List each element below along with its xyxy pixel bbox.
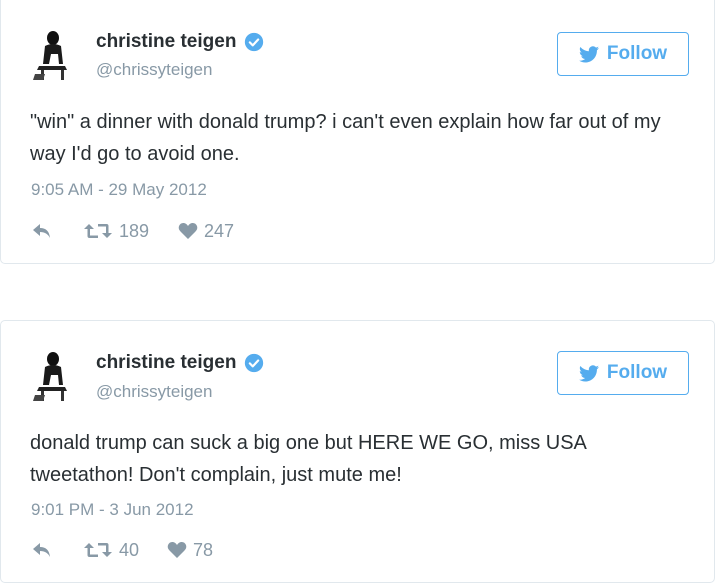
- reply-button[interactable]: [31, 222, 83, 240]
- follow-button[interactable]: Follow: [557, 32, 689, 76]
- tweet-card: christine teigen @chrissyteigen Follow "…: [0, 0, 715, 264]
- display-name-text[interactable]: christine teigen: [96, 352, 236, 374]
- retweet-button[interactable]: 40: [83, 540, 167, 561]
- avatar[interactable]: [31, 351, 71, 401]
- tweet-card: christine teigen @chrissyteigen Follow d…: [0, 320, 715, 583]
- like-button[interactable]: 247: [178, 221, 234, 242]
- verified-badge-icon: [245, 32, 264, 52]
- reply-arrow-icon: [33, 224, 50, 238]
- timestamp[interactable]: 9:01 PM - 3 Jun 2012: [31, 500, 194, 520]
- tweet-actions: 40 78: [31, 538, 213, 562]
- tweet-actions: 189 247: [31, 219, 234, 243]
- tweet-text: donald trump can suck a big one but HERE…: [30, 432, 586, 486]
- tweet-text: "win" a dinner with donald trump? i can'…: [30, 111, 661, 165]
- like-count: 78: [193, 539, 214, 560]
- follow-button-label: Follow: [606, 362, 668, 383]
- avatar[interactable]: [31, 30, 71, 80]
- retweet-count: 189: [119, 220, 150, 241]
- retweet-button[interactable]: 189: [83, 221, 178, 242]
- display-name[interactable]: christine teigen: [96, 352, 264, 374]
- screen-name[interactable]: @chrissyteigen: [96, 60, 212, 80]
- retweet-count: 40: [119, 539, 140, 560]
- retweet-icon: [84, 224, 112, 238]
- reply-arrow-icon: [33, 543, 50, 557]
- heart-icon: [178, 222, 198, 239]
- display-name-text[interactable]: christine teigen: [96, 31, 236, 53]
- screen-name[interactable]: @chrissyteigen: [96, 382, 212, 402]
- heart-icon: [167, 541, 187, 558]
- twitter-bird-icon: [578, 364, 599, 381]
- twitter-bird-icon: [578, 45, 599, 62]
- timestamp[interactable]: 9:05 AM - 29 May 2012: [31, 180, 207, 200]
- display-name[interactable]: christine teigen: [96, 31, 264, 53]
- like-count: 247: [204, 220, 235, 241]
- reply-button[interactable]: [31, 541, 83, 559]
- verified-badge-icon: [245, 353, 264, 373]
- retweet-icon: [84, 543, 112, 557]
- follow-button-label: Follow: [606, 43, 668, 64]
- follow-button[interactable]: Follow: [557, 351, 689, 395]
- like-button[interactable]: 78: [167, 540, 213, 561]
- tweet-embeds-page: christine teigen @chrissyteigen Follow "…: [0, 0, 717, 584]
